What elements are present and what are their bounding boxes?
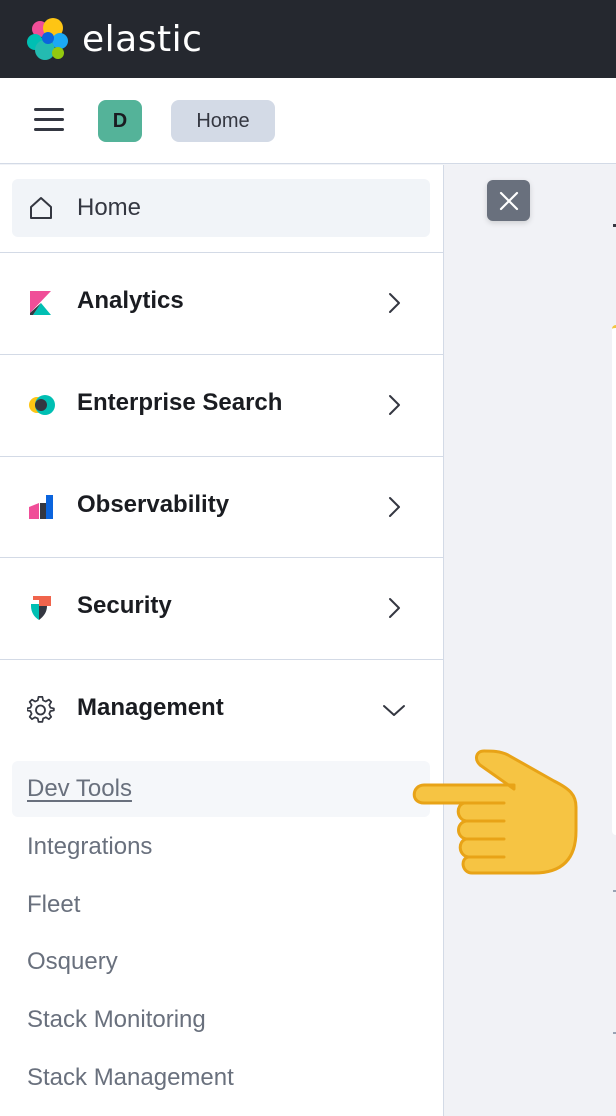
nav-item-home-label: Home (77, 194, 142, 221)
chevron-down-icon (383, 705, 405, 716)
nav-link-stack-monitoring[interactable]: Stack Monitoring (12, 992, 430, 1048)
chevron-right-icon (389, 497, 400, 517)
nav-link-integrations[interactable]: Integrations (12, 819, 430, 875)
hamburger-icon-line (34, 118, 64, 121)
nav-group-enterprise-search[interactable]: Enterprise Search (0, 355, 444, 455)
top-bar: elastic (0, 0, 616, 78)
nav-group-label: Analytics (77, 287, 184, 314)
space-avatar[interactable]: D (98, 100, 142, 142)
nav-group-label: Security (77, 592, 172, 619)
home-icon (30, 197, 52, 219)
elastic-logo-icon[interactable] (26, 17, 70, 61)
nav-group-label: Enterprise Search (77, 389, 283, 416)
nav-link-stack-management[interactable]: Stack Management (12, 1050, 430, 1106)
kibana-icon (30, 291, 51, 315)
observability-icon (29, 495, 53, 519)
side-navigation: Home Analytics Enterprise Search Observa… (0, 165, 444, 1116)
nav-item-home[interactable]: Home (12, 179, 430, 237)
hamburger-icon-line (34, 108, 64, 111)
close-icon (499, 191, 518, 210)
nav-link-dev-tools[interactable]: Dev Tools (12, 761, 430, 817)
chevron-right-icon (389, 395, 400, 415)
nav-group-label: Management (77, 694, 224, 721)
brand-name: elastic (82, 18, 203, 60)
hamburger-icon-line (34, 128, 64, 131)
nav-group-observability[interactable]: Observability (0, 457, 444, 557)
security-icon (31, 596, 51, 620)
close-nav-button[interactable] (487, 180, 530, 221)
gear-icon (27, 696, 55, 723)
breadcrumb[interactable]: Home (171, 100, 275, 142)
menu-toggle-button[interactable] (30, 108, 68, 134)
nav-group-analytics[interactable]: Analytics (0, 253, 444, 353)
header-bar: D Home (0, 78, 616, 164)
nav-link-osquery[interactable]: Osquery (12, 934, 430, 990)
nav-group-security[interactable]: Security (0, 558, 444, 658)
pointing-hand-icon (412, 749, 578, 875)
nav-link-fleet[interactable]: Fleet (12, 877, 430, 933)
content-card (612, 325, 616, 835)
main-content (444, 165, 616, 1116)
chevron-right-icon (389, 598, 400, 618)
enterprise-search-icon (29, 395, 55, 415)
nav-group-management[interactable]: Management (0, 660, 444, 760)
chevron-right-icon (389, 293, 400, 313)
nav-group-label: Observability (77, 491, 230, 518)
